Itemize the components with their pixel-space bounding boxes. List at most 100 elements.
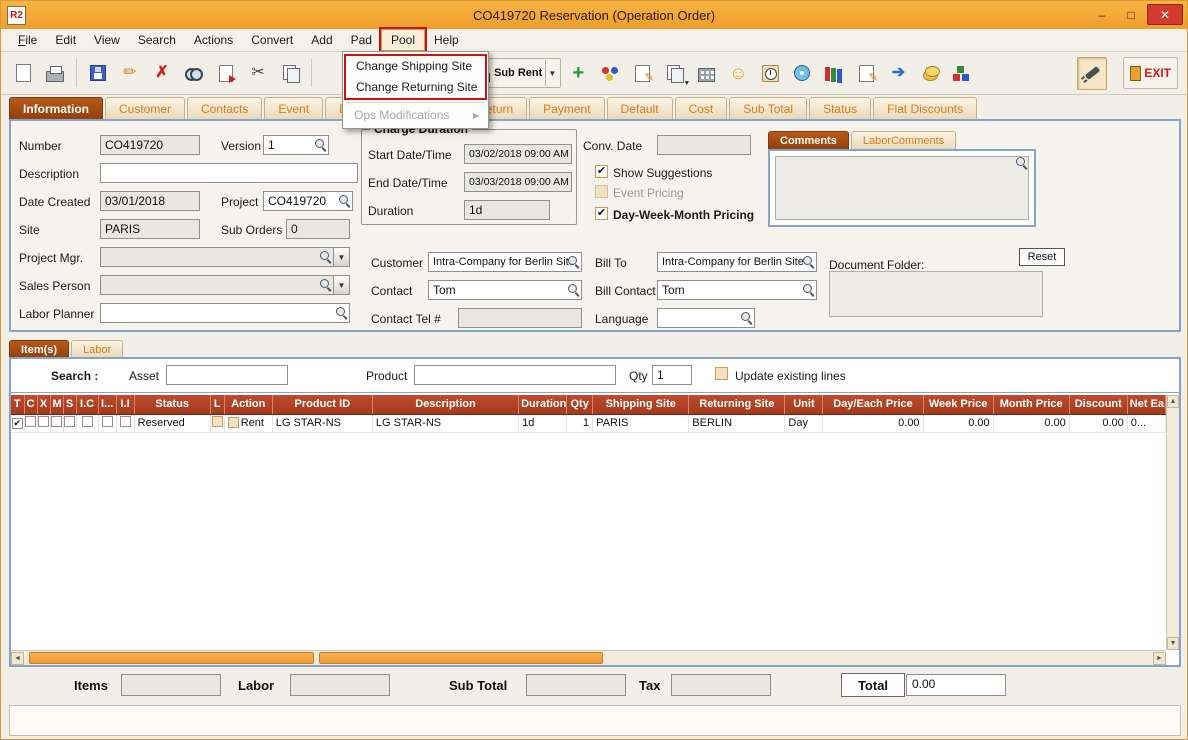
action-checkbox[interactable]	[227, 417, 239, 428]
column-header[interactable]: Unit	[784, 395, 824, 415]
site-print-button[interactable]	[691, 57, 721, 90]
menu-search[interactable]: Search	[129, 30, 185, 50]
column-header[interactable]: Product ID	[272, 395, 373, 415]
project-mgr-field[interactable]	[100, 247, 334, 267]
column-header[interactable]: Action	[224, 395, 273, 415]
number-field[interactable]: CO419720	[100, 135, 200, 155]
menu-convert[interactable]: Convert	[242, 30, 302, 50]
column-header[interactable]: Month Price	[993, 395, 1070, 415]
tab-labor[interactable]: Labor	[71, 340, 124, 358]
column-header[interactable]: S	[63, 395, 77, 415]
language-field[interactable]	[657, 308, 755, 328]
export-button[interactable]: ➔	[883, 57, 913, 90]
menu-pad[interactable]: Pad	[342, 30, 381, 50]
menu-item-change-shipping-site[interactable]: Change Shipping Site	[346, 56, 485, 77]
tab-labor-comments[interactable]: LaborComments	[850, 131, 957, 149]
groups-button[interactable]	[595, 57, 625, 90]
catalog-button[interactable]	[819, 57, 849, 90]
menu-help[interactable]: Help	[425, 30, 468, 50]
magnifier-icon[interactable]	[319, 250, 332, 263]
row-i-checkbox[interactable]	[101, 416, 113, 427]
magnifier-icon[interactable]	[335, 306, 348, 319]
tab-sub-total[interactable]: Sub Total	[729, 97, 808, 119]
sub-rent-dropdown-arrow[interactable]: ▼	[545, 60, 558, 86]
copy-button[interactable]	[275, 57, 305, 90]
save-button[interactable]	[83, 57, 113, 90]
column-header[interactable]: Duration	[518, 395, 568, 415]
column-header[interactable]: Status	[134, 395, 211, 415]
end-datetime-field[interactable]: 03/03/2018 09:00 AM	[464, 172, 572, 192]
edit-button[interactable]: ✏	[115, 57, 145, 90]
delete-button[interactable]: ✗	[147, 57, 177, 90]
duration-field[interactable]: 1d	[464, 200, 550, 220]
column-header[interactable]: Day/Each Price	[822, 395, 924, 415]
print-button[interactable]	[40, 57, 70, 90]
customer-field[interactable]: Intra-Company for Berlin Site	[428, 252, 582, 272]
tab-default[interactable]: Default	[606, 97, 673, 119]
qty-input[interactable]	[652, 365, 692, 385]
column-header[interactable]: T	[11, 395, 25, 415]
project-field[interactable]: CO419720	[263, 191, 353, 211]
sub-orders-field[interactable]: 0	[286, 219, 350, 239]
menu-actions[interactable]: Actions	[185, 30, 242, 50]
scrollbar-thumb[interactable]	[319, 652, 603, 664]
cut-button[interactable]: ✂	[243, 57, 273, 90]
batch-cards-button[interactable]: ▼	[659, 57, 690, 90]
row-l-checkbox[interactable]	[211, 416, 223, 427]
row-ic-checkbox[interactable]	[81, 416, 93, 427]
exit-button[interactable]: EXIT	[1123, 57, 1178, 89]
row-select-checkbox[interactable]: ✔	[11, 418, 23, 429]
magnifier-icon[interactable]	[1015, 156, 1028, 169]
menu-view[interactable]: View	[85, 30, 129, 50]
magnifier-icon[interactable]	[567, 255, 580, 268]
modules-button[interactable]	[947, 57, 977, 90]
tab-flat-discounts[interactable]: Flat Discounts	[873, 97, 978, 119]
cards-dropdown-arrow[interactable]: ▼	[683, 80, 690, 87]
new-document-button[interactable]	[8, 57, 38, 90]
start-datetime-field[interactable]: 03/02/2018 09:00 AM	[464, 144, 572, 164]
scrollbar-thumb[interactable]	[29, 652, 314, 664]
bill-to-field[interactable]: Intra-Company for Berlin Site	[657, 252, 817, 272]
row-c-checkbox[interactable]	[25, 416, 37, 427]
availability-button[interactable]	[755, 57, 785, 90]
web-disc-button[interactable]	[787, 57, 817, 90]
tab-items[interactable]: Item(s)	[9, 340, 70, 358]
column-header[interactable]: Description	[372, 395, 520, 415]
column-header[interactable]: Net Ea...	[1127, 395, 1167, 415]
vertical-scrollbar[interactable]: ▲ ▼	[1166, 395, 1179, 650]
date-created-field[interactable]: 03/01/2018	[100, 191, 200, 211]
pad-edit-button[interactable]	[627, 57, 657, 90]
tab-payment[interactable]: Payment	[529, 97, 605, 119]
smiley-button[interactable]: ☺	[723, 57, 753, 90]
magnifier-icon[interactable]	[802, 283, 815, 296]
column-header[interactable]: Shipping Site	[592, 395, 690, 415]
minimize-button[interactable]: –	[1089, 4, 1115, 25]
reset-button[interactable]: Reset	[1019, 248, 1065, 266]
project-mgr-dropdown-arrow[interactable]: ▼	[334, 247, 350, 267]
transfer-button[interactable]	[211, 57, 241, 90]
scroll-right-button[interactable]: ►	[1153, 652, 1166, 665]
comments-textarea[interactable]	[775, 156, 1029, 220]
tab-information[interactable]: Information	[9, 97, 103, 119]
product-search-input[interactable]	[414, 365, 616, 385]
menu-item-change-returning-site[interactable]: Change Returning Site	[346, 77, 485, 98]
version-field[interactable]: 1	[263, 135, 329, 155]
sales-person-field[interactable]	[100, 275, 334, 295]
labor-planner-field[interactable]	[100, 303, 350, 323]
day-week-month-checkbox[interactable]: ✔	[595, 207, 608, 220]
sales-person-dropdown-arrow[interactable]: ▼	[334, 275, 350, 295]
magnifier-icon[interactable]	[740, 311, 753, 324]
scroll-up-button[interactable]: ▲	[1167, 395, 1179, 408]
magnifier-icon[interactable]	[338, 194, 351, 207]
menu-pool[interactable]: Pool	[378, 27, 428, 53]
contact-tel-field[interactable]	[458, 308, 582, 328]
column-header[interactable]: M	[50, 395, 64, 415]
comments-box[interactable]	[768, 149, 1036, 227]
site-field[interactable]: PARIS	[100, 219, 200, 239]
contact-field[interactable]: Tom	[428, 280, 582, 300]
column-header[interactable]: I...	[98, 395, 117, 415]
connector-button[interactable]	[1077, 56, 1108, 90]
update-existing-lines-checkbox[interactable]	[715, 367, 728, 380]
column-header[interactable]: C	[24, 395, 38, 415]
column-header[interactable]: I.I	[116, 395, 135, 415]
